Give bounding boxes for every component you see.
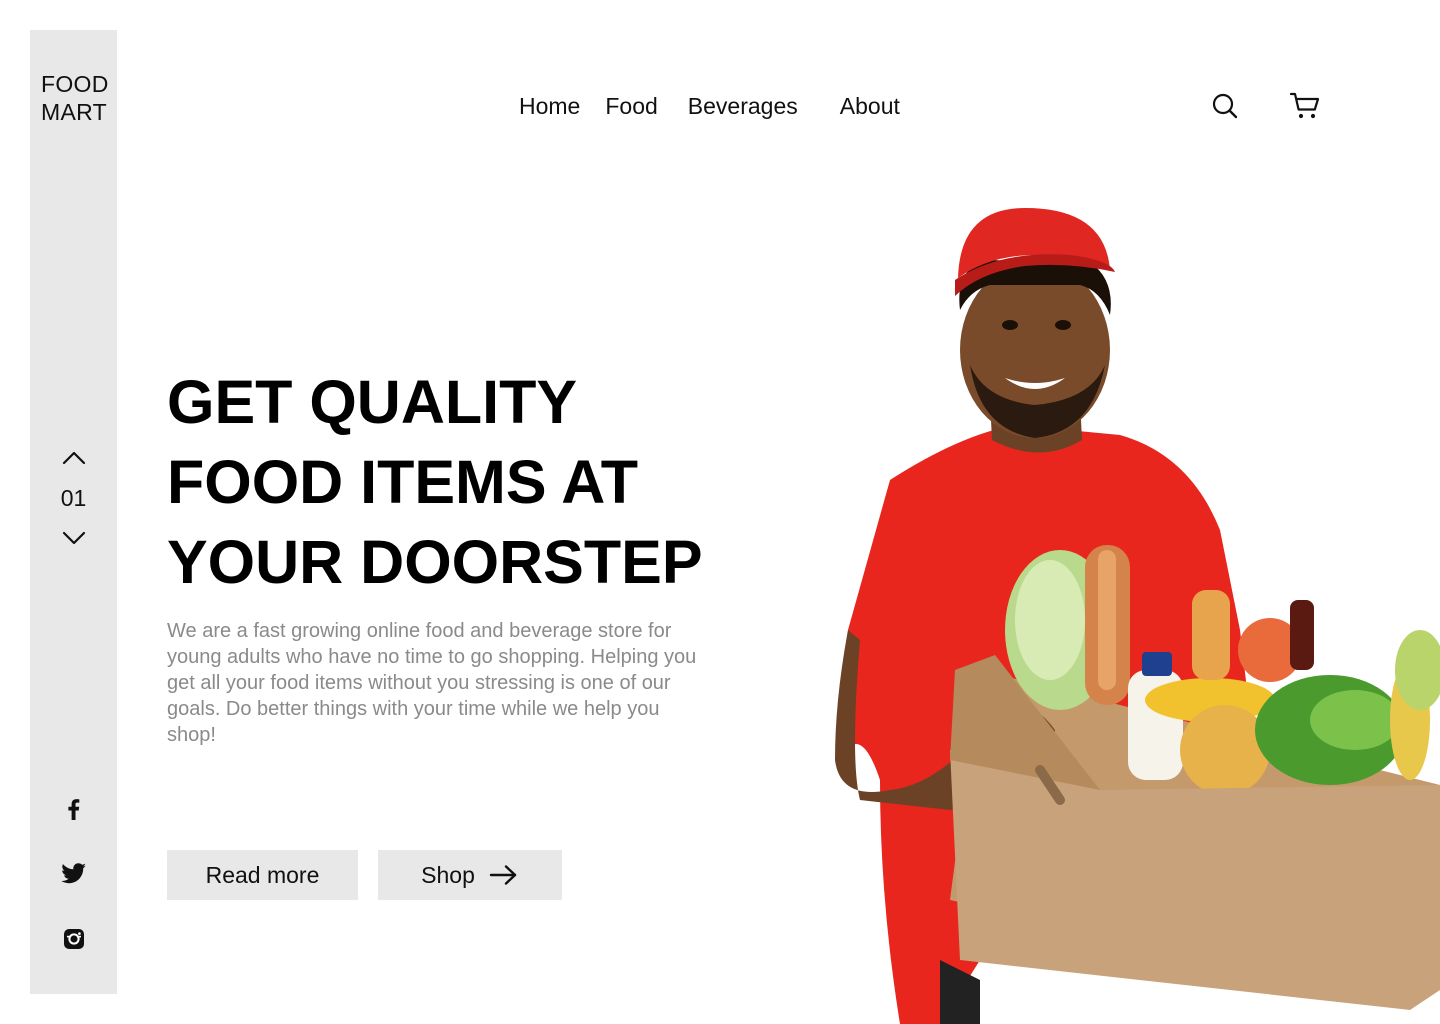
hero-title: GET QUALITY FOOD ITEMS AT YOUR DOORSTEP: [167, 362, 787, 602]
nav-home[interactable]: Home: [519, 93, 580, 120]
read-more-label: Read more: [205, 861, 320, 888]
sidebar: FOOD MART 01: [30, 30, 117, 994]
slide-number: 01: [60, 485, 87, 511]
hero-title-line-3: YOUR DOORSTEP: [167, 528, 703, 596]
hero-description: We are a fast growing online food and be…: [167, 620, 697, 746]
logo-line-1: FOOD: [41, 71, 109, 97]
logo-line-2: MART: [41, 99, 107, 125]
cart-icon[interactable]: [1288, 89, 1322, 123]
search-icon[interactable]: [1208, 89, 1242, 123]
social-links: [30, 794, 117, 954]
hero-title-line-1: GET QUALITY: [167, 368, 578, 436]
facebook-icon[interactable]: [59, 794, 89, 824]
chevron-down-icon[interactable]: [60, 524, 88, 552]
shop-label: Shop: [421, 861, 475, 888]
chevron-up-icon[interactable]: [60, 444, 88, 472]
shop-button[interactable]: Shop: [378, 850, 562, 900]
arrow-right-icon: [489, 864, 519, 886]
twitter-icon[interactable]: [59, 859, 89, 889]
nav-food[interactable]: Food: [605, 93, 657, 120]
nav-beverages[interactable]: Beverages: [688, 93, 798, 120]
hero-title-line-2: FOOD ITEMS AT: [167, 448, 639, 516]
read-more-button[interactable]: Read more: [167, 850, 358, 900]
main-nav: Home Food Beverages About: [519, 90, 900, 122]
nav-about[interactable]: About: [840, 93, 900, 120]
logo[interactable]: FOOD MART: [41, 70, 109, 126]
delivery-man-image: [820, 200, 1440, 1024]
instagram-icon[interactable]: [59, 924, 89, 954]
slide-navigator: 01: [30, 444, 117, 552]
